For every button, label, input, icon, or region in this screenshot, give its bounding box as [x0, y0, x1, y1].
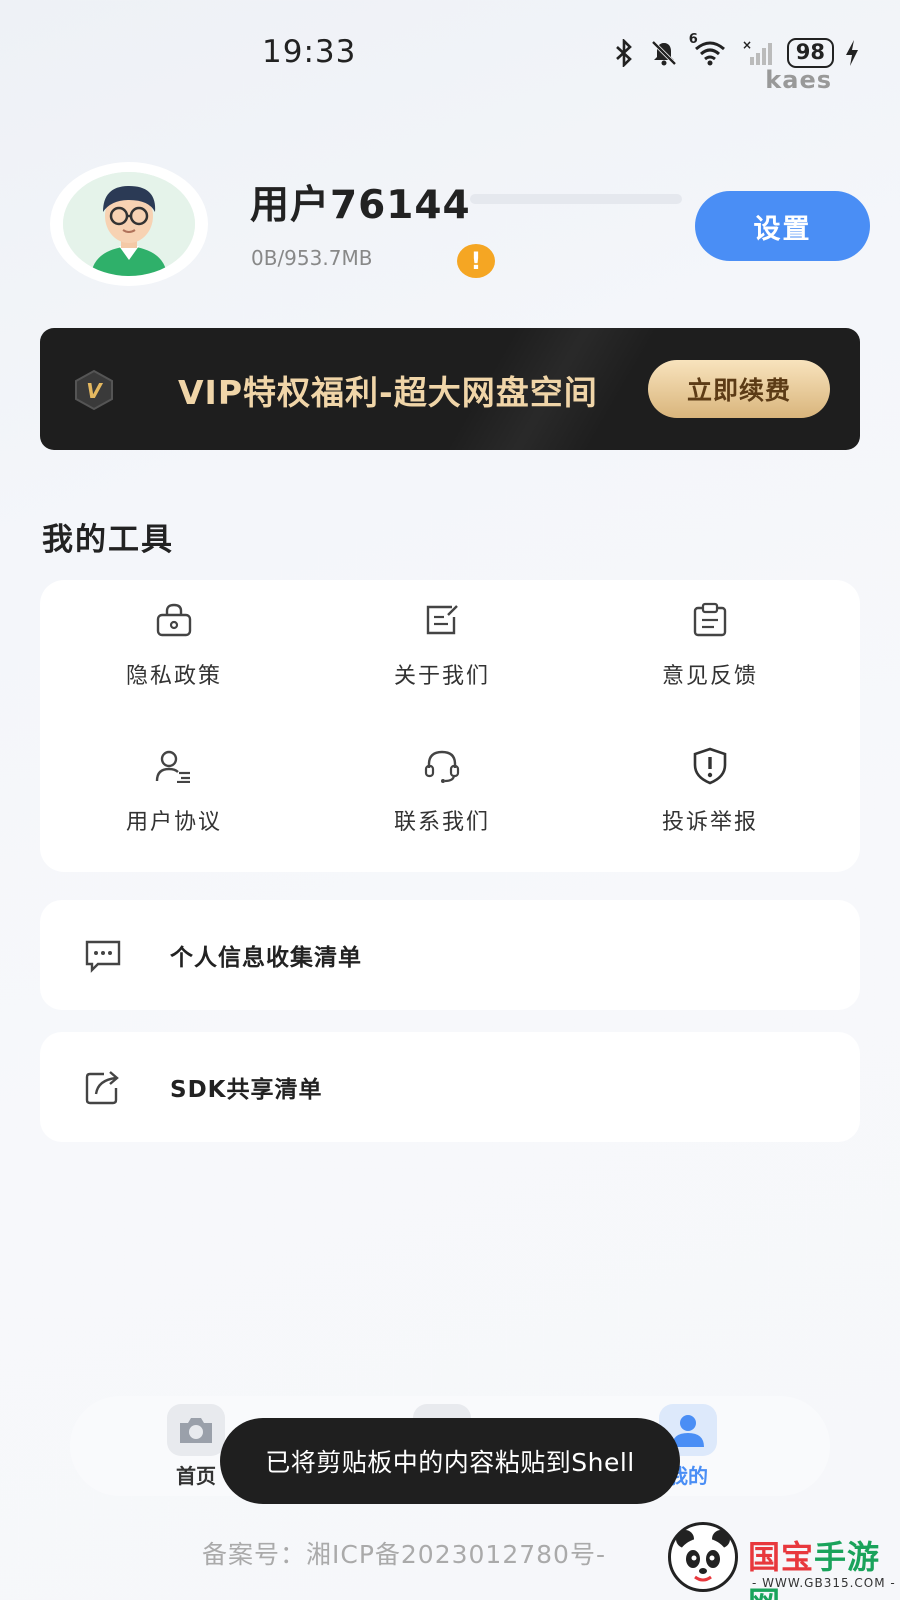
wifi-icon: 6: [689, 32, 731, 68]
list-item-label: SDK共享清单: [170, 1077, 323, 1103]
charging-icon: [844, 38, 860, 68]
username: 用户76144: [250, 183, 471, 228]
storage-usage: 0B/953.7MB: [251, 246, 373, 270]
tool-report[interactable]: 投诉举报: [610, 746, 810, 856]
tool-feedback[interactable]: 意见反馈: [610, 600, 810, 710]
tools-card: 隐私政策 关于我们 意见反馈 用户协议 联系我们 投诉举报: [40, 580, 860, 872]
tool-user-agreement[interactable]: 用户协议: [74, 746, 274, 856]
renew-button[interactable]: 立即续费: [648, 360, 830, 418]
tool-label: 隐私政策: [125, 664, 222, 689]
message-dots-icon: [84, 936, 122, 974]
panda-logo-icon: [668, 1522, 738, 1592]
warning-icon[interactable]: !: [457, 244, 495, 278]
edit-document-icon: [422, 600, 462, 640]
avatar-image: [63, 172, 195, 276]
svg-text:×: ×: [742, 39, 752, 52]
status-bar: 19:33 6 × 98 kaes: [0, 0, 900, 100]
settings-button[interactable]: 设置: [695, 191, 870, 261]
tool-label: 用户协议: [125, 810, 222, 835]
camera-icon: [167, 1404, 225, 1456]
lock-icon: [154, 600, 194, 640]
toast-message: 已将剪贴板中的内容粘贴到Shell: [220, 1418, 680, 1504]
tool-label: 关于我们: [393, 664, 490, 689]
headset-icon: [422, 746, 462, 786]
vip-banner-text: VIP特权福利-超大网盘空间: [178, 373, 598, 412]
tool-contact-us[interactable]: 联系我们: [342, 746, 542, 856]
battery-indicator: 98: [786, 38, 834, 68]
share-icon: [84, 1068, 122, 1106]
clipboard-icon: [690, 600, 730, 640]
vip-banner[interactable]: V VIP特权福利-超大网盘空间 立即续费: [40, 328, 860, 450]
vip-badge-letter: V: [86, 379, 103, 403]
personal-info-list-item[interactable]: 个人信息收集清单: [40, 900, 860, 1010]
vip-badge-icon: V: [73, 369, 115, 411]
sdk-share-list-item[interactable]: SDK共享清单: [40, 1032, 860, 1142]
shield-alert-icon: [690, 746, 730, 786]
status-time: 19:33: [262, 34, 357, 70]
signal-icon: ×: [741, 38, 777, 68]
storage-progress-bar: [470, 194, 682, 204]
avatar[interactable]: [50, 162, 208, 286]
tool-label: 意见反馈: [661, 664, 758, 689]
tools-section-title: 我的工具: [42, 522, 174, 558]
status-icons: 6 × 98: [609, 32, 860, 68]
watermark-url: - WWW.GB315.COM -: [752, 1576, 896, 1590]
watermark-logo: 国宝手游网 - WWW.GB315.COM -: [668, 1522, 900, 1600]
nav-label: 首页: [176, 1464, 216, 1488]
user-list-icon: [154, 746, 194, 786]
tool-label: 投诉举报: [661, 810, 758, 835]
icp-record: 备案号：湘ICP备2023012780号-: [202, 1540, 606, 1569]
tool-about-us[interactable]: 关于我们: [342, 600, 542, 710]
silent-icon: [649, 38, 679, 68]
watermark-brand-red: 国宝: [748, 1538, 815, 1576]
list-item-label: 个人信息收集清单: [170, 945, 362, 971]
wifi-badge: 6: [688, 32, 698, 47]
tool-privacy-policy[interactable]: 隐私政策: [74, 600, 274, 710]
tool-label: 联系我们: [393, 810, 490, 835]
bluetooth-icon: [609, 38, 639, 68]
carrier-label: kaes: [765, 66, 832, 94]
